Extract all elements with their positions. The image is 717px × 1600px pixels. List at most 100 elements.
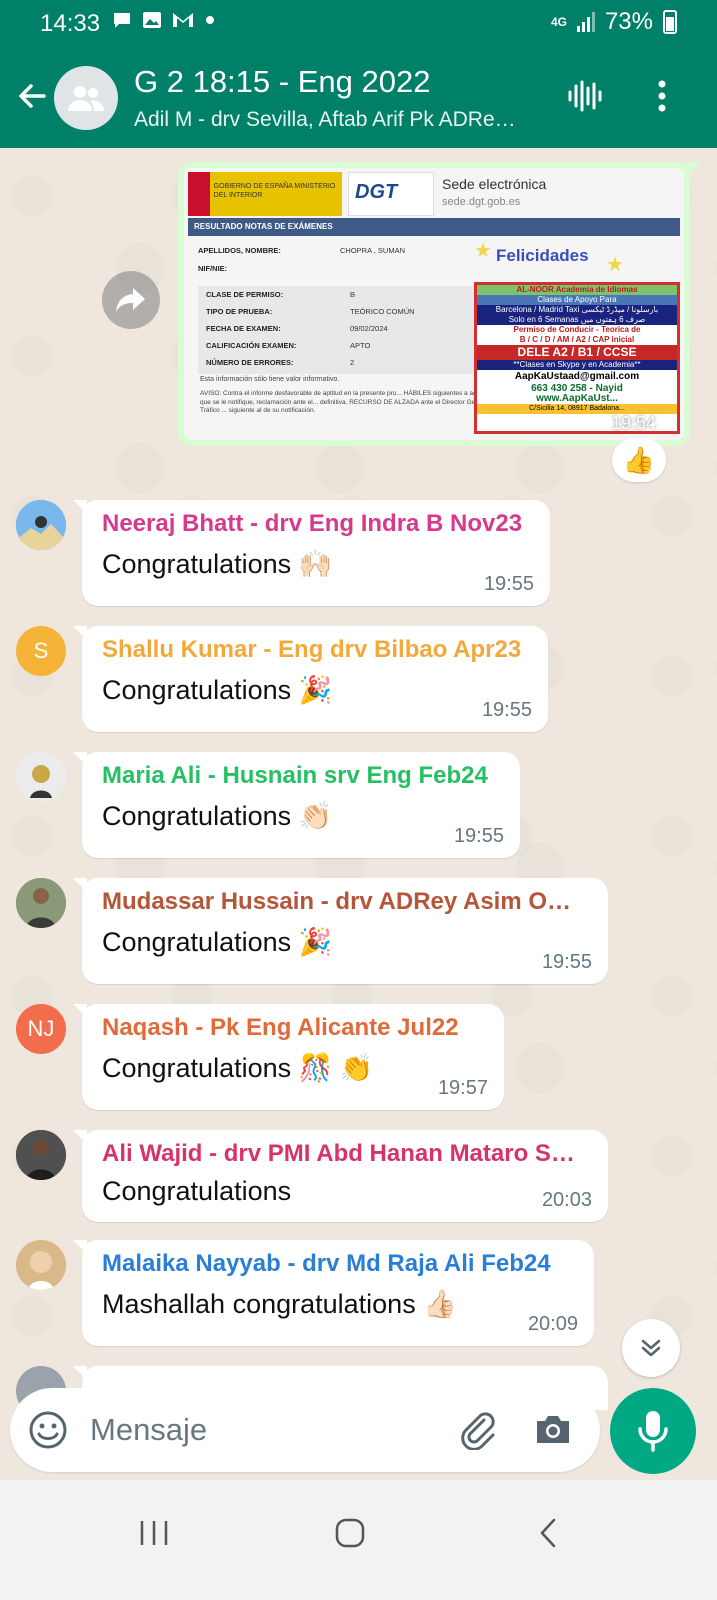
errores-label: NÚMERO DE ERRORES: xyxy=(206,358,294,367)
ad-line: DELE A2 / B1 / CCSE xyxy=(477,345,677,360)
clase-label: CLASE DE PERMISO: xyxy=(206,290,284,299)
camera-icon[interactable] xyxy=(532,1408,574,1455)
group-icon xyxy=(68,86,104,111)
chat-title[interactable]: G 2 18:15 - Eng 2022 xyxy=(134,64,430,100)
more-options-icon[interactable] xyxy=(640,74,684,118)
avatar[interactable]: S xyxy=(16,626,66,676)
image-icon xyxy=(142,12,161,28)
gov-text: GOBIERNO DE ESPAÑA MINISTERIO DEL INTERI… xyxy=(213,183,336,199)
message-author[interactable]: Shallu Kumar - Eng drv Bilbao Apr23 xyxy=(102,636,530,664)
emoji-icon[interactable] xyxy=(28,1410,68,1455)
message-placeholder: Mensaje xyxy=(90,1412,208,1447)
ad-line: AapKaUstaad@gmail.com xyxy=(514,371,640,382)
sede-url: sede.dgt.gob.es xyxy=(442,196,521,208)
ad-line: Permiso de Conducir - Teorica de xyxy=(477,325,677,335)
message-time: 20:09 xyxy=(527,1313,578,1335)
clase-value: B xyxy=(350,290,356,299)
message-bubble[interactable]: Maria Ali - Husnain srv Eng Feb24 Congra… xyxy=(73,752,520,858)
group-avatar[interactable] xyxy=(54,66,118,130)
voice-record-button[interactable] xyxy=(610,1388,696,1474)
battery-text: 73% xyxy=(604,8,653,35)
avatar[interactable] xyxy=(16,500,66,550)
message-bubble[interactable]: Naqash - Pk Eng Alicante Jul22 Congratul… xyxy=(73,1004,504,1110)
battery-icon xyxy=(663,10,677,34)
message-author[interactable]: Malaika Nayyab - drv Md Raja Ali Feb24 xyxy=(102,1250,576,1278)
chat-area[interactable]: GOBIERNO DE ESPAÑA MINISTERIO DEL INTERI… xyxy=(0,148,717,1410)
fecha-label: FECHA DE EXAMEN: xyxy=(206,324,281,333)
message-bubble[interactable]: Mudassar Hussain - drv ADRey Asim O… Con… xyxy=(73,878,608,984)
voice-chat-icon[interactable] xyxy=(562,74,606,118)
status-right: 4G 73% xyxy=(551,8,677,36)
dgt-result-image[interactable]: GOBIERNO DE ESPAÑA MINISTERIO DEL INTERI… xyxy=(184,168,684,440)
message-bubble[interactable]: Ali Wajid - drv PMI Abd Hanan Mataro S… … xyxy=(73,1130,608,1222)
back-arrow-icon[interactable] xyxy=(14,78,50,114)
name-value: CHOPRA , SUMAN xyxy=(340,246,406,255)
chat-header: G 2 18:15 - Eng 2022 Adil M - drv Sevill… xyxy=(0,54,717,144)
message-author[interactable]: Mudassar Hussain - drv ADRey Asim O… xyxy=(102,888,590,916)
gmail-icon xyxy=(173,13,194,27)
microphone-icon xyxy=(638,1411,668,1452)
notification-icons xyxy=(112,10,215,34)
message-time: 19:55 xyxy=(541,951,592,973)
message-author[interactable]: Neeraj Bhatt - drv Eng Indra B Nov23 xyxy=(102,510,532,538)
chat-bubble-icon xyxy=(114,13,130,28)
message-text: Congratulations 🎊 👏 xyxy=(102,1053,374,1083)
network-type: 4G xyxy=(550,15,567,29)
message-text: Mashallah congratulations 👍🏻 xyxy=(102,1289,457,1319)
avatar[interactable] xyxy=(16,752,66,802)
system-nav-bar xyxy=(0,1480,717,1600)
reaction-badge[interactable]: 👍 xyxy=(612,438,666,482)
message-bubble[interactable]: Neeraj Bhatt - drv Eng Indra B Nov23 Con… xyxy=(73,500,550,606)
avatar[interactable] xyxy=(16,878,66,928)
back-nav-icon[interactable] xyxy=(518,1508,578,1558)
message-text: Congratulations xyxy=(102,1176,292,1206)
star-icon: ★ xyxy=(474,240,492,262)
image-message[interactable]: GOBIERNO DE ESPAÑA MINISTERIO DEL INTERI… xyxy=(178,162,700,446)
message-input[interactable]: Mensaje xyxy=(10,1388,600,1472)
message-bubble[interactable]: Shallu Kumar - Eng drv Bilbao Apr23 Cong… xyxy=(73,626,548,732)
avatar-initial: NJ xyxy=(27,1016,55,1041)
message-text: Congratulations 🎉 xyxy=(102,927,333,957)
message-time: 19:55 xyxy=(483,573,534,595)
avatar[interactable]: NJ xyxy=(16,1004,66,1054)
gov-logo: GOBIERNO DE ESPAÑA MINISTERIO DEL INTERI… xyxy=(188,172,342,216)
forward-icon xyxy=(116,288,145,312)
status-bar: 14:33 4G 73% xyxy=(0,0,717,46)
ad-line: Solo en 6 Semanas صرف 6 ہفتوں میں xyxy=(477,315,677,325)
avatar[interactable] xyxy=(16,1130,66,1180)
ad-line: Barcelona / Madrid Taxi بارسلونا / میڈرڈ… xyxy=(477,305,677,315)
fecha-value: 09/02/2024 xyxy=(350,324,388,333)
academy-ad: AL-NOOR Academia de Idiomas Clases de Ap… xyxy=(474,282,680,434)
sede-label: Sede electrónica xyxy=(442,176,547,192)
avatar[interactable] xyxy=(16,1240,66,1290)
felicidades-text: Felicidades xyxy=(496,246,589,265)
message-author[interactable]: Naqash - Pk Eng Alicante Jul22 xyxy=(102,1014,486,1042)
tipo-value: TEÓRICO COMÚN xyxy=(350,307,415,316)
attach-icon[interactable] xyxy=(456,1408,498,1455)
composer: Mensaje xyxy=(0,1380,717,1480)
scroll-to-bottom-button[interactable] xyxy=(622,1319,680,1377)
message-text: Congratulations 🎉 xyxy=(102,675,333,705)
ad-line: Clases de Apoyo Para xyxy=(477,295,677,305)
message-bubble[interactable]: Malaika Nayyab - drv Md Raja Ali Feb24 M… xyxy=(73,1240,594,1346)
sede-title: Sede electrónica sede.dgt.gob.es xyxy=(442,176,546,208)
tipo-label: TIPO DE PRUEBA: xyxy=(206,307,273,316)
message-author[interactable]: Ali Wajid - drv PMI Abd Hanan Mataro S… xyxy=(102,1140,590,1168)
forward-button[interactable] xyxy=(102,271,160,329)
message-time: 19:55 xyxy=(481,699,532,721)
dot-icon xyxy=(205,16,214,24)
chat-subtitle[interactable]: Adil M - drv Sevilla, Aftab Arif Pk ADRe… xyxy=(134,108,516,132)
ad-line: **Clases en Skype y en Academia** xyxy=(477,360,677,370)
top-bar: 14:33 4G 73% G 2 18:15 - Eng 2022 Adil M… xyxy=(0,0,717,148)
message-time: 19:57 xyxy=(437,1077,488,1099)
read-ticks-icon: ✓✓ xyxy=(647,413,678,433)
message-time: 20:03 xyxy=(541,1189,592,1211)
calif-value: APTO xyxy=(350,341,371,350)
recent-apps-icon[interactable] xyxy=(124,1508,184,1558)
dgt-logo: DGT xyxy=(348,172,434,216)
results-band: RESULTADO NOTAS DE EXÁMENES xyxy=(188,218,680,236)
nif-label: NIF/NIE: xyxy=(198,264,228,273)
home-icon[interactable] xyxy=(320,1508,380,1558)
message-author[interactable]: Maria Ali - Husnain srv Eng Feb24 xyxy=(102,762,502,790)
errores-value: 2 xyxy=(350,358,355,367)
